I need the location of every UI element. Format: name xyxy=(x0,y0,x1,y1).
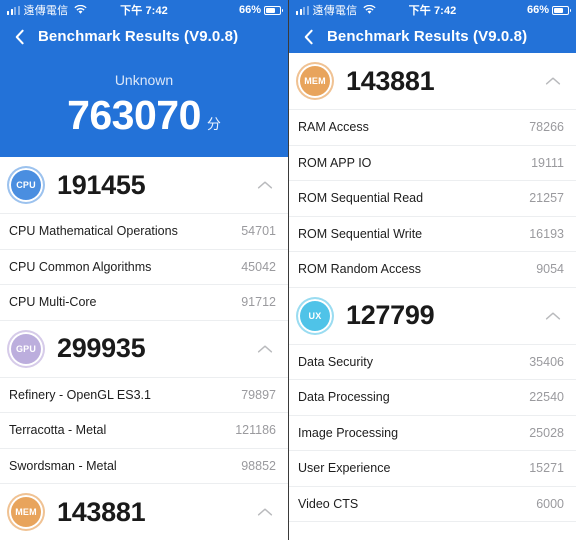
benchmark-row-label: ROM Sequential Write xyxy=(298,226,423,241)
benchmark-row-label: Image Processing xyxy=(298,425,399,440)
group-score-value: 143881 xyxy=(346,65,435,96)
chevron-up-icon[interactable] xyxy=(254,338,276,360)
benchmark-row: Swordsman - Metal 98852 xyxy=(0,448,288,484)
battery-percent-label: 66% xyxy=(238,4,261,16)
benchmark-row-label: Video CTS xyxy=(298,496,359,511)
cpu-badge-icon: CPU xyxy=(9,168,43,202)
benchmark-row-value: 22540 xyxy=(529,390,564,405)
right-phone-screen: 遠傳電信 下午 7:42 66% Benchmark Results (V9.0… xyxy=(288,0,576,540)
back-chevron-icon[interactable] xyxy=(298,27,318,47)
benchmark-row-value: 6000 xyxy=(536,496,564,511)
benchmark-row: RAM Access 78266 xyxy=(289,110,576,146)
dual-screenshot-container: 遠傳電信 下午 7:42 66% Benchmark Results (V9.0… xyxy=(0,0,576,540)
page-title: Benchmark Results (V9.0.8) xyxy=(327,28,528,45)
benchmark-row-value: 78266 xyxy=(529,120,564,135)
back-chevron-icon[interactable] xyxy=(9,27,29,47)
benchmark-row: Refinery - OpenGL ES3.1 79897 xyxy=(0,377,288,413)
benchmark-row-value: 16193 xyxy=(529,226,564,241)
benchmark-row-label: ROM APP IO xyxy=(298,155,372,170)
benchmark-row-label: CPU Multi-Core xyxy=(9,295,97,310)
benchmark-row-value: 25028 xyxy=(529,425,564,440)
benchmark-row-label: User Experience xyxy=(298,461,391,476)
status-bar-right-cluster: 66% xyxy=(238,4,283,16)
benchmark-list-right: MEM 143881 RAM Access 78266 ROM APP IO 19111 R… xyxy=(289,53,576,522)
battery-icon xyxy=(264,5,283,15)
benchmark-row: User Experience 15271 xyxy=(289,451,576,487)
group-score-value: 143881 xyxy=(57,496,146,527)
benchmark-row-value: 35406 xyxy=(529,354,564,369)
group-score-value: 191455 xyxy=(57,169,146,200)
benchmark-row-value: 91712 xyxy=(241,295,276,310)
benchmark-row-value: 121186 xyxy=(235,423,276,438)
benchmark-row-value: 54701 xyxy=(241,224,276,239)
group-header-gpu[interactable]: GPU 299935 xyxy=(0,320,288,378)
chevron-up-icon[interactable] xyxy=(542,305,564,327)
benchmark-row-label: Data Processing xyxy=(298,390,390,405)
benchmark-row-label: Swordsman - Metal xyxy=(9,458,117,473)
benchmark-row: Terracotta - Metal 121186 xyxy=(0,413,288,449)
group-header-mem[interactable]: MEM 143881 xyxy=(289,53,576,110)
benchmark-row: Data Security 35406 xyxy=(289,344,576,380)
benchmark-row: ROM Sequential Write 16193 xyxy=(289,216,576,252)
left-phone-screen: 遠傳電信 下午 7:42 66% Benchmark Results (V9.0… xyxy=(0,0,288,540)
mem-badge-icon: MEM xyxy=(9,495,43,529)
group-header-mem[interactable]: MEM 143881 xyxy=(0,484,288,540)
total-score-hero: Unknown 763070 分 xyxy=(0,53,288,157)
group-header-ux[interactable]: UX 127799 xyxy=(289,287,576,345)
battery-icon xyxy=(552,5,571,15)
benchmark-row-label: CPU Common Algorithms xyxy=(9,259,152,274)
benchmark-row: ROM APP IO 19111 xyxy=(289,145,576,181)
device-name-label: Unknown xyxy=(114,71,174,88)
total-score-wrap: 763070 分 xyxy=(67,92,221,139)
benchmark-row-value: 98852 xyxy=(241,458,276,473)
battery-percent-label: 66% xyxy=(526,4,549,16)
page-title: Benchmark Results (V9.0.8) xyxy=(38,28,239,45)
benchmark-row-value: 79897 xyxy=(241,387,276,402)
benchmark-row: Data Processing 22540 xyxy=(289,380,576,416)
benchmark-row-value: 9054 xyxy=(536,262,564,277)
benchmark-row: Video CTS 6000 xyxy=(289,486,576,522)
total-score-unit: 分 xyxy=(206,115,221,132)
group-score-value: 127799 xyxy=(346,300,435,330)
benchmark-row-label: ROM Sequential Read xyxy=(298,191,424,206)
ux-badge-icon: UX xyxy=(298,298,332,333)
nav-bar-left: Benchmark Results (V9.0.8) xyxy=(0,20,288,53)
benchmark-row-label: CPU Mathematical Operations xyxy=(9,224,178,239)
nav-bar-right: Benchmark Results (V9.0.8) xyxy=(289,20,576,53)
benchmark-row-value: 21257 xyxy=(529,191,564,206)
benchmark-row: CPU Mathematical Operations 54701 xyxy=(0,214,288,250)
status-bar-right-cluster: 66% xyxy=(526,4,571,16)
chevron-up-icon[interactable] xyxy=(542,70,564,92)
benchmark-row: CPU Common Algorithms 45042 xyxy=(0,249,288,285)
benchmark-row-label: Refinery - OpenGL ES3.1 xyxy=(9,387,151,402)
benchmark-row: ROM Sequential Read 21257 xyxy=(289,181,576,217)
group-header-cpu[interactable]: CPU 191455 xyxy=(0,157,288,214)
chevron-up-icon[interactable] xyxy=(254,174,276,196)
benchmark-row: ROM Random Access 9054 xyxy=(289,252,576,288)
benchmark-row-label: ROM Random Access xyxy=(298,262,421,277)
status-bar-left: 遠傳電信 下午 7:42 66% xyxy=(0,0,288,20)
mem-badge-icon: MEM xyxy=(298,64,332,98)
benchmark-row-label: Data Security xyxy=(298,354,374,369)
benchmark-row-value: 19111 xyxy=(531,155,564,170)
benchmark-row: Image Processing 25028 xyxy=(289,415,576,451)
total-score-value: 763070 xyxy=(67,91,201,138)
benchmark-row-value: 45042 xyxy=(241,259,276,274)
benchmark-row: CPU Multi-Core 91712 xyxy=(0,285,288,321)
benchmark-list-left: CPU 191455 CPU Mathematical Operations 5470… xyxy=(0,157,288,540)
benchmark-row-value: 15271 xyxy=(529,461,564,476)
group-score-value: 299935 xyxy=(57,333,146,363)
chevron-up-icon[interactable] xyxy=(254,501,276,523)
benchmark-row-label: RAM Access xyxy=(298,120,369,135)
benchmark-row-label: Terracotta - Metal xyxy=(9,423,107,438)
gpu-badge-icon: GPU xyxy=(9,331,43,366)
status-bar-right: 遠傳電信 下午 7:42 66% xyxy=(289,0,576,20)
